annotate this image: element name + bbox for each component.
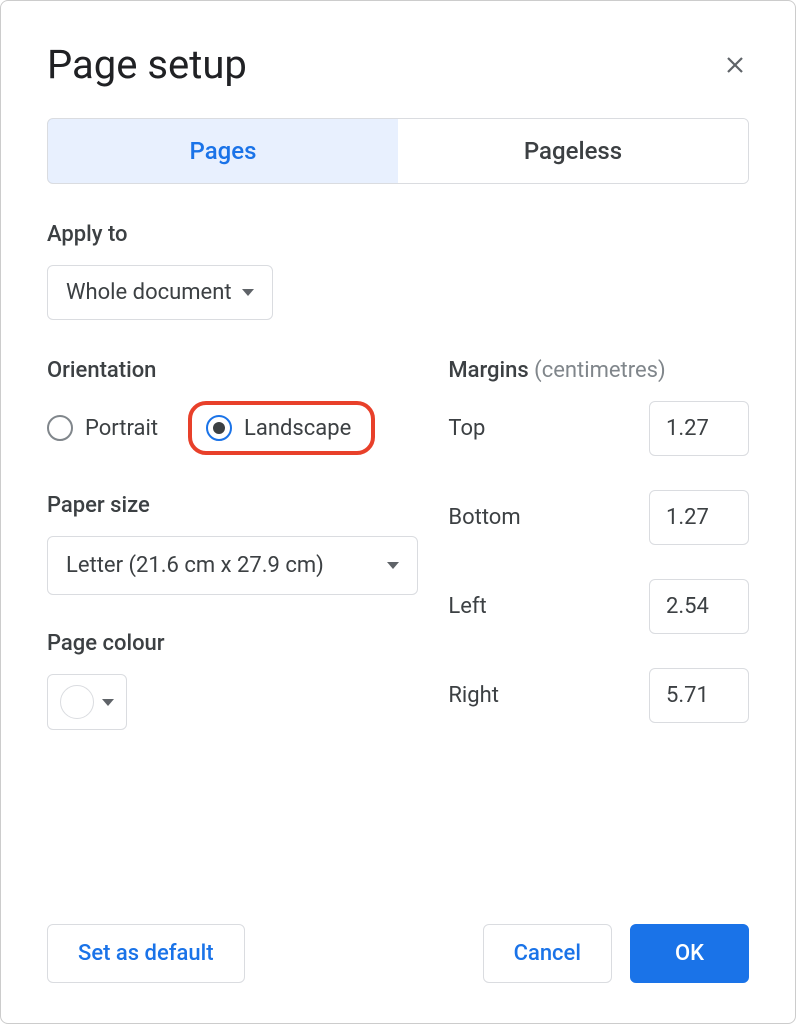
page-setup-dialog: Page setup Pages Pageless Apply to Whole…	[0, 0, 796, 1024]
chevron-down-icon	[387, 562, 399, 569]
margin-bottom-row: Bottom	[448, 490, 749, 545]
margin-bottom-label: Bottom	[448, 505, 520, 530]
apply-to-label: Apply to	[47, 222, 749, 247]
margin-right-input[interactable]	[649, 668, 749, 723]
radio-landscape[interactable]: Landscape	[206, 415, 351, 441]
orientation-group: Portrait Landscape	[47, 401, 418, 455]
paper-size-section: Paper size Letter (21.6 cm x 27.9 cm)	[47, 493, 418, 595]
margin-top-label: Top	[448, 416, 485, 441]
portrait-label: Portrait	[85, 416, 158, 441]
tab-pages[interactable]: Pages	[47, 118, 399, 184]
radio-dot-icon	[213, 422, 225, 434]
paper-size-dropdown[interactable]: Letter (21.6 cm x 27.9 cm)	[47, 536, 418, 595]
dialog-footer: Set as default Cancel OK	[47, 924, 749, 983]
margins-label: Margins (centimetres)	[448, 358, 749, 383]
page-colour-section: Page colour	[47, 631, 418, 730]
paper-size-label: Paper size	[47, 493, 418, 518]
dialog-title: Page setup	[47, 41, 247, 88]
dialog-header: Page setup	[47, 41, 749, 88]
left-column: Orientation Portrait Landscape Paper s	[47, 358, 418, 760]
chevron-down-icon	[242, 289, 254, 296]
tab-pageless[interactable]: Pageless	[398, 119, 748, 183]
apply-to-dropdown[interactable]: Whole document	[47, 265, 273, 320]
margin-top-input[interactable]	[649, 401, 749, 456]
radio-circle-icon	[206, 415, 232, 441]
orientation-label: Orientation	[47, 358, 418, 383]
margin-top-row: Top	[448, 401, 749, 456]
margins-unit: (centimetres)	[534, 358, 666, 383]
apply-to-section: Apply to Whole document	[47, 222, 749, 320]
tabs: Pages Pageless	[47, 118, 749, 184]
colour-swatch-icon	[60, 685, 94, 719]
paper-size-value: Letter (21.6 cm x 27.9 cm)	[66, 553, 324, 578]
set-default-button[interactable]: Set as default	[47, 924, 245, 983]
cancel-button[interactable]: Cancel	[483, 924, 612, 983]
margins-label-text: Margins	[448, 358, 528, 383]
page-colour-dropdown[interactable]	[47, 674, 127, 730]
margin-left-label: Left	[448, 594, 486, 619]
landscape-label: Landscape	[244, 416, 351, 441]
right-column: Margins (centimetres) Top Bottom Left Ri…	[448, 358, 749, 760]
radio-portrait[interactable]: Portrait	[47, 415, 158, 441]
margin-left-row: Left	[448, 579, 749, 634]
margin-bottom-input[interactable]	[649, 490, 749, 545]
margin-right-label: Right	[448, 683, 499, 708]
margin-right-row: Right	[448, 668, 749, 723]
chevron-down-icon	[102, 699, 114, 706]
page-colour-label: Page colour	[47, 631, 418, 656]
apply-to-value: Whole document	[66, 280, 232, 305]
margin-left-input[interactable]	[649, 579, 749, 634]
landscape-highlight: Landscape	[188, 401, 375, 455]
ok-button[interactable]: OK	[630, 924, 749, 983]
radio-circle-icon	[47, 415, 73, 441]
close-icon[interactable]	[721, 51, 749, 79]
content-columns: Orientation Portrait Landscape Paper s	[47, 358, 749, 760]
footer-right: Cancel OK	[483, 924, 749, 983]
